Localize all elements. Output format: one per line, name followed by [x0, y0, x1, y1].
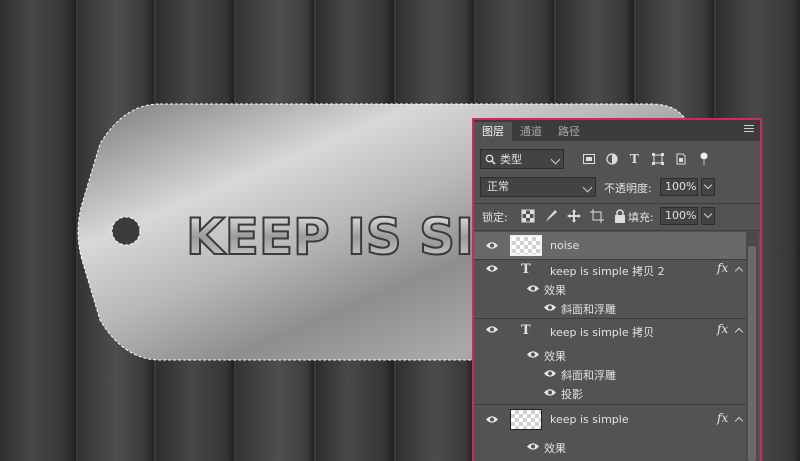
visibility-eye-icon[interactable]	[485, 325, 499, 334]
fx-icon[interactable]: fx	[717, 411, 728, 425]
layer-row-copy[interactable]: T keep is simple 拷贝 fx	[474, 320, 746, 340]
layer-name: keep is simple 拷贝	[550, 326, 655, 339]
blend-mode-value: 正常	[487, 180, 509, 193]
effects-row[interactable]: 效果	[474, 438, 746, 456]
layers-scrollbar[interactable]	[746, 232, 758, 461]
pixel-filter-icon[interactable]	[580, 150, 597, 167]
visibility-eye-icon[interactable]	[485, 241, 499, 250]
effect-row-bevel[interactable]: 斜面和浮雕	[474, 365, 746, 383]
tag-hole	[111, 216, 141, 246]
effects-label: 效果	[544, 284, 566, 297]
lock-icons	[520, 208, 628, 224]
tab-paths[interactable]: 路径	[550, 122, 588, 141]
tab-channels[interactable]: 通道	[512, 122, 550, 141]
effect-name: 斜面和浮雕	[561, 369, 616, 382]
effects-label: 效果	[544, 350, 566, 363]
visibility-eye-icon[interactable]	[526, 284, 540, 293]
layer-name: noise	[550, 239, 580, 252]
divider	[474, 404, 746, 405]
layer-thumbnail	[510, 235, 542, 256]
chevron-down-icon	[582, 182, 593, 193]
blend-mode-select[interactable]: 正常	[480, 177, 596, 197]
layers-panel: 图层 通道 路径 类型 T 正常 不透明度: 100% 锁定: 填充: 100%	[472, 118, 762, 461]
chevron-down-icon	[550, 154, 561, 165]
layer-row-noise[interactable]: noise	[474, 232, 746, 259]
panel-menu-icon[interactable]	[744, 125, 754, 134]
layer-filter-select[interactable]: 类型	[480, 149, 564, 169]
scrollbar-thumb[interactable]	[748, 246, 756, 461]
chevron-up-icon[interactable]	[734, 266, 744, 276]
lock-transparent-pixels-icon[interactable]	[520, 208, 536, 224]
divider	[474, 230, 760, 231]
opacity-label: 不透明度:	[604, 182, 652, 195]
visibility-eye-icon[interactable]	[543, 369, 557, 378]
visibility-eye-icon[interactable]	[543, 388, 557, 397]
smart-object-filter-icon[interactable]	[672, 150, 689, 167]
opacity-dropdown-button[interactable]	[701, 178, 715, 196]
filter-kind-label: 类型	[500, 153, 522, 166]
divider	[474, 318, 746, 319]
visibility-eye-icon[interactable]	[485, 264, 499, 273]
chevron-up-icon[interactable]	[734, 327, 744, 337]
filter-toggle-icon[interactable]	[695, 150, 712, 167]
layer-thumbnail	[510, 409, 542, 430]
layer-name: keep is simple 拷贝 2	[550, 265, 665, 278]
adjustment-filter-icon[interactable]	[603, 150, 620, 167]
fill-dropdown-button[interactable]	[701, 207, 715, 225]
search-icon	[485, 154, 496, 165]
effect-row-drop-shadow[interactable]: 投影	[474, 384, 746, 402]
fill-label: 填充:	[628, 211, 654, 224]
visibility-eye-icon[interactable]	[543, 303, 557, 312]
effects-row[interactable]: 效果	[474, 280, 746, 298]
text-layer-icon: T	[521, 323, 531, 338]
lock-artboard-icon[interactable]	[589, 208, 605, 224]
effects-row[interactable]: 效果	[474, 346, 746, 364]
effects-label: 效果	[544, 442, 566, 455]
filter-icons: T	[580, 150, 712, 167]
lock-label: 锁定:	[482, 211, 508, 224]
effect-name: 投影	[561, 388, 583, 401]
lock-image-pixels-icon[interactable]	[543, 208, 559, 224]
layers-list: noise T keep is simple 拷贝 2 fx 效果 斜面和浮雕 …	[474, 232, 746, 461]
type-filter-icon[interactable]: T	[626, 150, 643, 167]
effect-name: 斜面和浮雕	[561, 303, 616, 316]
layer-row-copy-2[interactable]: T keep is simple 拷贝 2 fx	[474, 260, 746, 278]
visibility-eye-icon[interactable]	[526, 442, 540, 451]
layer-row-keep-is-simple[interactable]: keep is simple fx	[474, 406, 746, 432]
shape-filter-icon[interactable]	[649, 150, 666, 167]
visibility-eye-icon[interactable]	[485, 415, 499, 424]
chevron-up-icon[interactable]	[734, 416, 744, 426]
divider	[474, 203, 760, 204]
effect-row-bevel[interactable]: 斜面和浮雕	[474, 299, 746, 317]
visibility-eye-icon[interactable]	[526, 350, 540, 359]
fx-icon[interactable]: fx	[717, 322, 728, 336]
tab-layers[interactable]: 图层	[474, 122, 512, 141]
fx-icon[interactable]: fx	[717, 261, 728, 275]
lock-position-icon[interactable]	[566, 208, 582, 224]
opacity-input[interactable]: 100%	[660, 178, 698, 196]
fill-input[interactable]: 100%	[660, 207, 698, 225]
text-layer-icon: T	[521, 262, 531, 277]
panel-tab-bar: 图层 通道 路径	[474, 120, 760, 141]
layer-name: keep is simple	[550, 413, 629, 426]
lock-all-icon[interactable]	[612, 208, 628, 224]
